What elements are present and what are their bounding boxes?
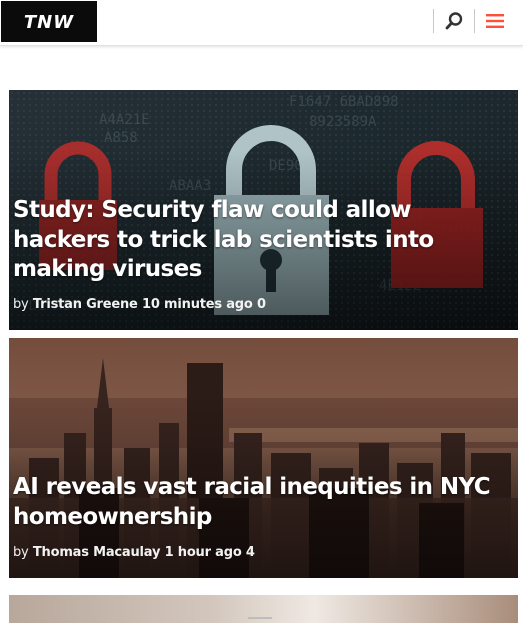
scroll-indicator bbox=[248, 617, 272, 619]
article-card[interactable]: F1647 6BAD898 8923589A A4A21E A858 ABAA3… bbox=[9, 90, 518, 330]
comment-count[interactable]: 4 bbox=[246, 545, 255, 560]
author-link[interactable]: Thomas Macaulay bbox=[33, 545, 161, 560]
search-button[interactable] bbox=[442, 9, 466, 33]
divider bbox=[474, 9, 475, 33]
timestamp: 10 minutes ago bbox=[142, 297, 253, 312]
timestamp: 1 hour ago bbox=[164, 545, 242, 560]
byline-prefix: by bbox=[13, 297, 29, 312]
menu-button[interactable] bbox=[483, 9, 507, 33]
article-title[interactable]: AI reveals vast racial inequities in NYC… bbox=[13, 473, 508, 532]
author-link[interactable]: Tristan Greene bbox=[33, 297, 138, 312]
article-title[interactable]: Study: Security flaw could allow hackers… bbox=[13, 196, 508, 285]
tnw-logo-icon: TNW bbox=[24, 12, 74, 32]
article-meta: by Tristan Greene 10 minutes ago 0 bbox=[13, 297, 266, 312]
search-icon bbox=[445, 12, 463, 30]
image-overlay bbox=[9, 338, 518, 578]
site-header: TNW bbox=[0, 0, 523, 46]
comment-count[interactable]: 0 bbox=[257, 297, 266, 312]
byline-prefix: by bbox=[13, 545, 29, 560]
hamburger-menu-icon bbox=[486, 14, 504, 28]
svg-text:TNW: TNW bbox=[24, 12, 74, 32]
tnw-logo[interactable]: TNW bbox=[1, 1, 97, 42]
header-actions bbox=[425, 9, 507, 33]
article-card[interactable]: AI reveals vast racial inequities in NYC… bbox=[9, 338, 518, 578]
divider bbox=[433, 9, 434, 33]
article-meta: by Thomas Macaulay 1 hour ago 4 bbox=[13, 545, 255, 560]
